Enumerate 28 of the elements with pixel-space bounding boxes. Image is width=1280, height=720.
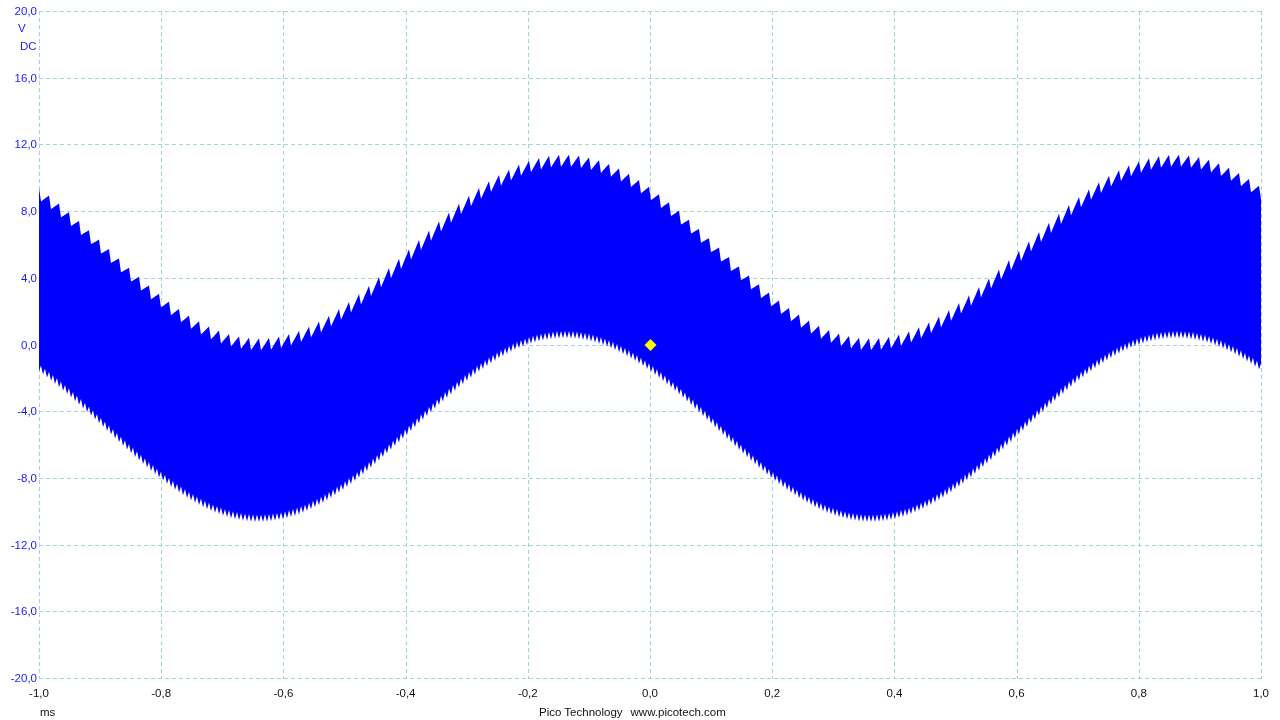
company-name: Pico Technology	[539, 705, 623, 720]
x-axis-label: -0,6	[272, 686, 295, 701]
y-axis-label: 16,0	[13, 70, 37, 86]
x-axis-label: 0,6	[1007, 686, 1026, 701]
x-axis-label: -1,0	[28, 686, 50, 701]
x-axis-label: 1,0	[1252, 686, 1270, 701]
x-axis-unit: ms	[40, 705, 56, 720]
x-axis-label: 0,8	[1129, 686, 1148, 701]
y-axis-label: -8,0	[16, 470, 37, 486]
y-axis-unit: V	[18, 21, 26, 36]
website-text: www.picotech.com	[630, 705, 726, 720]
x-axis-label: 0,2	[763, 686, 782, 701]
x-axis-label: -0,4	[394, 686, 417, 701]
x-axis-label: 0,4	[885, 686, 904, 701]
coupling-label: DC	[20, 39, 37, 54]
y-axis-label: 8,0	[20, 204, 37, 220]
y-axis-label: 20,0	[13, 4, 37, 19]
y-axis-label: 12,0	[13, 137, 37, 153]
y-axis-label: -12,0	[9, 537, 37, 553]
x-axis-label: -0,8	[150, 686, 173, 701]
y-axis-label: 0,0	[20, 337, 37, 353]
trigger-marker-icon	[644, 339, 657, 351]
x-axis-label: -0,2	[516, 686, 539, 701]
y-axis-label: -4,0	[16, 404, 37, 420]
y-axis-label: -16,0	[9, 604, 37, 620]
x-axis-label: 0,0	[641, 686, 659, 701]
y-axis-label: 4,0	[20, 270, 37, 286]
y-axis-label: -20,0	[9, 671, 37, 686]
